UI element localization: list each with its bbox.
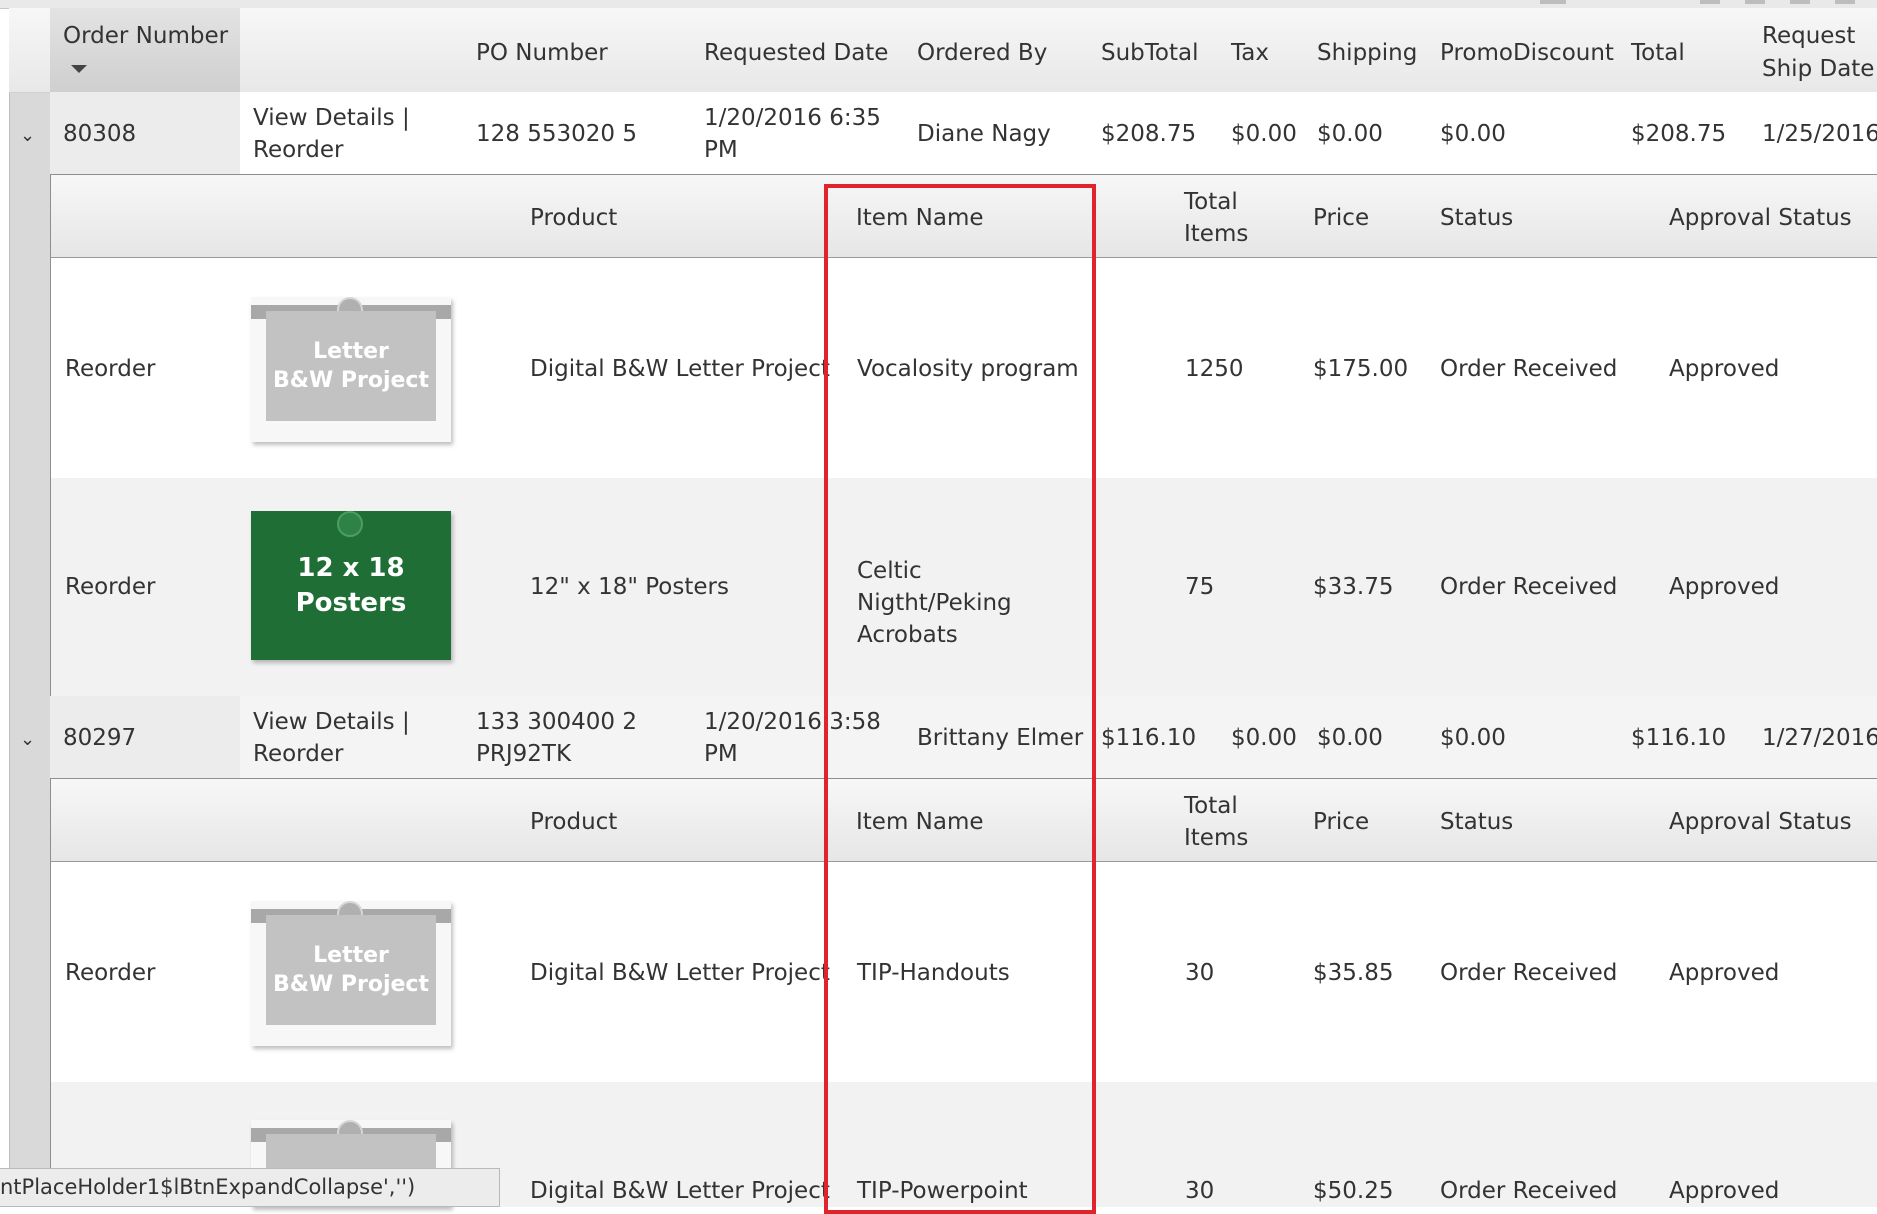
detail-col-total-items[interactable]: Total [1184,186,1238,218]
product-name: Digital B&W Letter Project [530,1178,830,1204]
approval-status: Approved [1669,574,1780,600]
total-items: 75 [1185,574,1215,600]
po-number: PRJ92TK [476,741,572,767]
order-number: 80297 [63,725,137,751]
detail-col-total-items[interactable]: Total [1184,790,1238,822]
shipping: $0.00 [1317,121,1383,147]
po-number: 133 300400 2 [476,709,637,735]
col-ordered-by[interactable]: Ordered By [917,37,1047,69]
thumbnail-label: Letter B&W Project [266,915,436,1025]
request-ship-date: 1/25/2016 [1762,121,1877,147]
sort-desc-icon [71,65,87,73]
toolbar-control[interactable] [1745,0,1765,4]
product-name: Digital B&W Letter Project [530,960,830,986]
ordered-by: Brittany Elmer [917,725,1084,751]
col-po-number[interactable]: PO Number [476,37,608,69]
chevron-down-icon[interactable]: ⌄ [20,730,35,750]
status-bar-link-preview: ntPlaceHolder1$lBtnExpandCollapse','') [0,1168,500,1207]
toolbar-control[interactable] [1700,0,1720,4]
status: Order Received [1440,1178,1618,1204]
toolbar-control[interactable] [1540,0,1566,4]
detail-col-item-name[interactable]: Item Name [856,806,984,838]
requested-date: PM [704,741,738,767]
price: $35.85 [1313,960,1394,986]
approval-status: Approved [1669,356,1780,382]
shipping: $0.00 [1317,725,1383,751]
col-subtotal[interactable]: SubTotal [1101,37,1199,69]
status: Order Received [1440,574,1618,600]
requested-date: 1/20/2016 6:35 [704,105,881,131]
product-thumbnail[interactable]: Letter B&W Project [251,297,451,442]
total-items: 30 [1185,960,1215,986]
detail-col-status[interactable]: Status [1440,202,1513,234]
view-details-link[interactable]: View Details | [253,102,410,134]
col-promo-discount[interactable]: PromoDiscount [1440,37,1614,69]
reorder-link[interactable]: Reorder [253,738,343,770]
thumbnail-label: 12 x 18 Posters [295,553,407,618]
total: $208.75 [1631,121,1727,147]
total-items: 30 [1185,1178,1215,1204]
tax: $0.00 [1231,121,1297,147]
subtotal: $208.75 [1101,121,1197,147]
total: $116.10 [1631,725,1727,751]
tax: $0.00 [1231,725,1297,751]
status: Order Received [1440,960,1618,986]
view-details-link[interactable]: View Details | [253,706,410,738]
detail-col-approval-status[interactable]: Approval Status [1669,806,1852,838]
subtotal: $116.10 [1101,725,1197,751]
detail-col-total-items[interactable]: Items [1184,822,1248,854]
col-requested-date[interactable]: Requested Date [704,37,888,69]
toolbar-control[interactable] [1835,0,1855,4]
product-name: Digital B&W Letter Project [530,356,830,382]
product-thumbnail[interactable]: Letter B&W Project [251,901,451,1046]
detail-col-total-items[interactable]: Items [1184,218,1248,250]
product-name: 12" x 18" Posters [530,574,729,600]
reorder-link[interactable]: Reorder [65,957,155,989]
col-shipping[interactable]: Shipping [1317,37,1417,69]
reorder-link[interactable]: Reorder [253,134,343,166]
col-request-ship-date[interactable]: Ship Date [1762,53,1874,85]
expand-gutter [9,8,51,1207]
detail-col-status[interactable]: Status [1440,806,1513,838]
col-tax[interactable]: Tax [1231,37,1269,69]
request-ship-date: 1/27/2016 [1762,725,1877,751]
price: $50.25 [1313,1178,1394,1204]
order-number: 80308 [63,121,137,147]
approval-status: Approved [1669,1178,1780,1204]
status: Order Received [1440,356,1618,382]
thumbnail-label: Letter B&W Project [266,311,436,421]
detail-col-price[interactable]: Price [1313,806,1369,838]
item-name: TIP-Powerpoint [857,1178,1028,1204]
detail-col-product[interactable]: Product [530,202,617,234]
approval-status: Approved [1669,960,1780,986]
ordered-by: Diane Nagy [917,121,1051,147]
status-bar-text: ntPlaceHolder1$lBtnExpandCollapse','') [0,1175,416,1199]
price: $175.00 [1313,356,1409,382]
col-order-number[interactable]: Order Number [63,20,228,52]
item-name: Celtic Nigtht/Peking Acrobats [857,558,1012,648]
total-items: 1250 [1185,356,1244,382]
reorder-link[interactable]: Reorder [65,353,155,385]
requested-date: PM [704,137,738,163]
detail-col-product[interactable]: Product [530,806,617,838]
requested-date: 1/20/2016 3:58 [704,709,881,735]
item-name: Vocalosity program [857,356,1079,382]
item-name: TIP-Handouts [857,960,1010,986]
col-total[interactable]: Total [1631,37,1685,69]
toolbar-control[interactable] [1790,0,1810,4]
price: $33.75 [1313,574,1394,600]
promo-discount: $0.00 [1440,725,1506,751]
col-request-ship-date[interactable]: Request [1762,20,1855,52]
po-number: 128 553020 5 [476,121,637,147]
promo-discount: $0.00 [1440,121,1506,147]
detail-col-price[interactable]: Price [1313,202,1369,234]
detail-col-item-name[interactable]: Item Name [856,202,984,234]
product-thumbnail[interactable]: 12 x 18 Posters [251,511,451,660]
reorder-link[interactable]: Reorder [65,571,155,603]
chevron-down-icon[interactable]: ⌄ [20,126,35,146]
detail-col-approval-status[interactable]: Approval Status [1669,202,1852,234]
